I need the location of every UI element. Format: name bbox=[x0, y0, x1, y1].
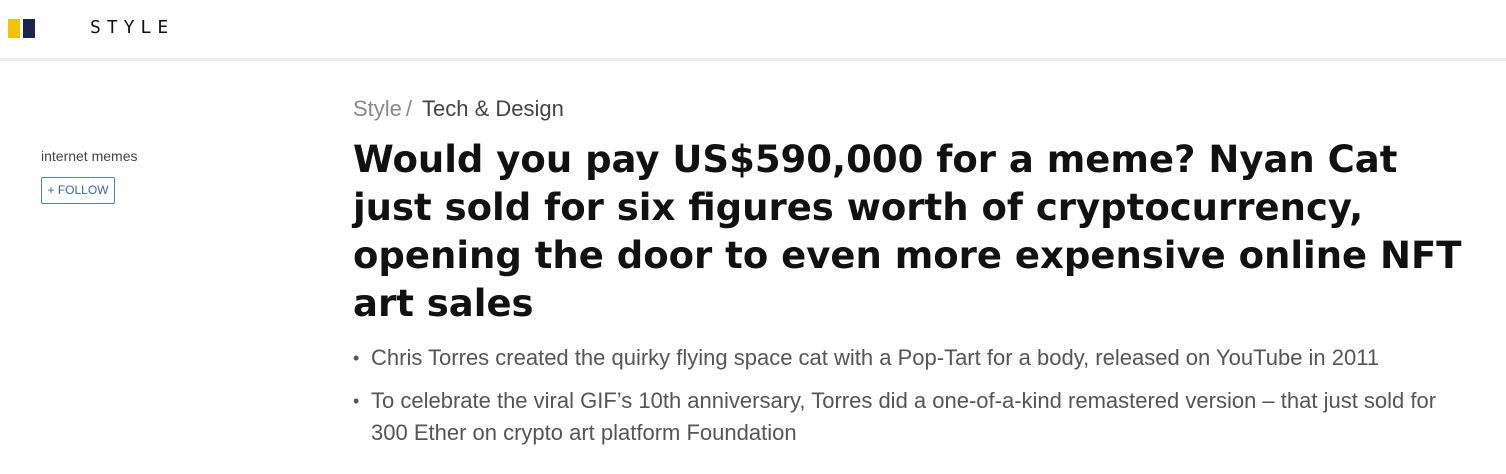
site-header: STYLE bbox=[0, 0, 1506, 58]
breadcrumb: Style / Tech & Design bbox=[353, 96, 564, 122]
bullet-icon: • bbox=[353, 348, 360, 368]
header-divider bbox=[0, 58, 1506, 61]
summary-item: • To celebrate the viral GIF’s 10th anni… bbox=[353, 385, 1463, 449]
summary-text: To celebrate the viral GIF’s 10th annive… bbox=[371, 388, 1437, 445]
bullet-icon: • bbox=[353, 391, 360, 411]
breadcrumb-root-link[interactable]: Style bbox=[353, 96, 402, 121]
summary-text: Chris Torres created the quirky flying s… bbox=[371, 345, 1380, 370]
logo-mark-icon[interactable] bbox=[8, 19, 35, 38]
logo-bar-yellow bbox=[8, 19, 20, 38]
summary-list: • Chris Torres created the quirky flying… bbox=[353, 342, 1463, 460]
breadcrumb-current-link[interactable]: Tech & Design bbox=[422, 96, 564, 121]
summary-item: • Chris Torres created the quirky flying… bbox=[353, 342, 1463, 374]
breadcrumb-separator: / bbox=[405, 96, 413, 121]
follow-button[interactable]: + FOLLOW bbox=[41, 177, 115, 204]
section-wordmark[interactable]: STYLE bbox=[90, 18, 174, 38]
topic-label[interactable]: internet memes bbox=[41, 148, 137, 164]
article-headline: Would you pay US$590,000 for a meme? Nya… bbox=[353, 138, 1462, 325]
logo-bar-navy bbox=[23, 19, 35, 38]
